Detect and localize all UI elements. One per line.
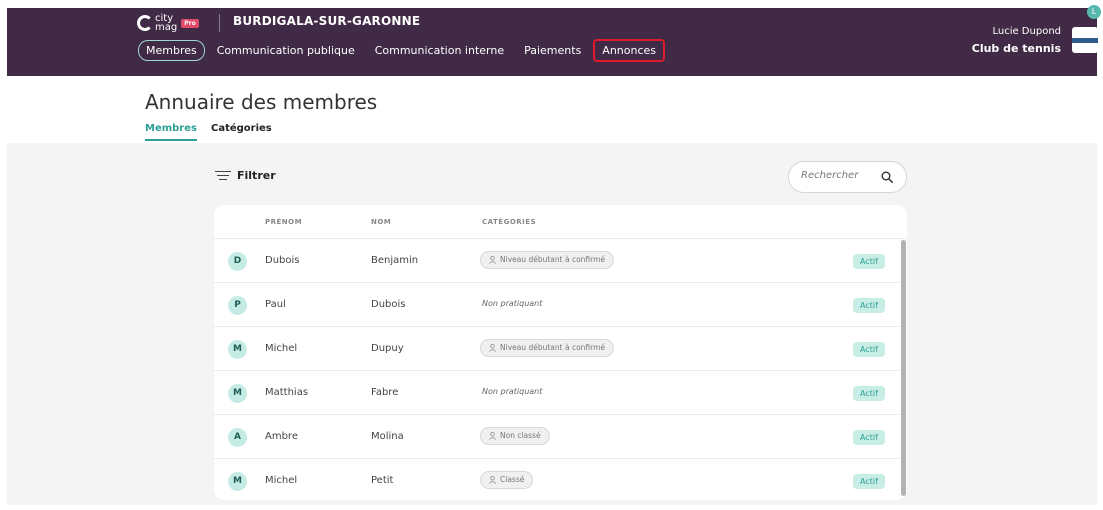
table-header: PRÉNOM NOM CATÉGORIES bbox=[214, 205, 907, 239]
cell-nom: Dupuy bbox=[371, 343, 404, 354]
cell-nom: Petit bbox=[371, 475, 394, 486]
category-tag: Niveau débutant à confirmé bbox=[480, 251, 615, 269]
user-initial-badge: L bbox=[1087, 5, 1101, 19]
person-icon bbox=[489, 344, 496, 352]
category-text: Non pratiquant bbox=[482, 387, 543, 396]
cell-nom: Molina bbox=[371, 431, 404, 442]
cell-prenom: Michel bbox=[265, 343, 298, 354]
nav-item-annonces[interactable]: Annonces bbox=[593, 39, 666, 62]
citymag-logo[interactable]: city mag Pro bbox=[137, 13, 199, 33]
club-avatar-icon[interactable] bbox=[1072, 27, 1098, 53]
tab-membres[interactable]: Membres bbox=[145, 123, 197, 141]
status-badge: Actif bbox=[853, 430, 885, 445]
category-tag: Niveau débutant à confirmé bbox=[480, 339, 615, 357]
cell-prenom: Michel bbox=[265, 475, 298, 486]
status-badge: Actif bbox=[853, 342, 885, 357]
members-table: PRÉNOM NOM CATÉGORIES D Dubois Benjamin … bbox=[214, 205, 907, 500]
table-row[interactable]: D Dubois Benjamin Niveau débutant à conf… bbox=[214, 239, 907, 283]
tab-categories[interactable]: Catégories bbox=[211, 123, 272, 141]
logo-c-icon bbox=[137, 15, 153, 31]
cell-prenom: Dubois bbox=[265, 255, 300, 266]
category-text: Non pratiquant bbox=[482, 299, 543, 308]
status-badge: Actif bbox=[853, 254, 885, 269]
avatar: M bbox=[228, 384, 247, 403]
pro-badge: Pro bbox=[181, 18, 199, 28]
person-icon bbox=[489, 476, 496, 484]
status-badge: Actif bbox=[853, 474, 885, 489]
cell-prenom: Paul bbox=[265, 299, 286, 310]
filter-label: Filtrer bbox=[237, 169, 276, 182]
person-icon bbox=[489, 432, 496, 440]
avatar: M bbox=[228, 340, 247, 359]
filter-icon bbox=[215, 170, 231, 182]
column-header-prenom[interactable]: PRÉNOM bbox=[265, 218, 302, 226]
user-name[interactable]: Lucie Dupond bbox=[992, 26, 1061, 37]
table-row[interactable]: A Ambre Molina Non classé Actif bbox=[214, 415, 907, 459]
nav-item-communication-publique[interactable]: Communication publique bbox=[209, 40, 363, 61]
category-tag: Non classé bbox=[480, 427, 550, 445]
person-icon bbox=[489, 256, 496, 264]
column-header-categories[interactable]: CATÉGORIES bbox=[482, 218, 536, 226]
avatar: M bbox=[228, 472, 247, 491]
search-input[interactable] bbox=[801, 170, 879, 181]
subtabs: Membres Catégories bbox=[145, 123, 286, 141]
category-tag: Classé bbox=[480, 471, 534, 489]
nav-item-membres[interactable]: Membres bbox=[138, 40, 205, 61]
avatar: A bbox=[228, 428, 247, 447]
cell-nom: Benjamin bbox=[371, 255, 419, 266]
cell-prenom: Matthias bbox=[265, 387, 309, 398]
column-header-nom[interactable]: NOM bbox=[371, 218, 391, 226]
cell-nom: Fabre bbox=[371, 387, 399, 398]
page-title: Annuaire des membres bbox=[145, 90, 378, 114]
status-badge: Actif bbox=[853, 386, 885, 401]
search-box[interactable] bbox=[788, 161, 907, 193]
table-row[interactable]: M Matthias Fabre Non pratiquant Actif bbox=[214, 371, 907, 415]
cell-nom: Dubois bbox=[371, 299, 406, 310]
avatar: P bbox=[228, 296, 247, 315]
nav-item-communication-interne[interactable]: Communication interne bbox=[367, 40, 512, 61]
organization-name: BURDIGALA-SUR-GARONNE bbox=[233, 14, 421, 28]
main-nav: Membres Communication publique Communica… bbox=[138, 39, 669, 62]
header-separator bbox=[219, 14, 220, 32]
table-scrollbar[interactable] bbox=[901, 240, 906, 496]
user-club[interactable]: Club de tennis bbox=[972, 42, 1061, 55]
cell-prenom: Ambre bbox=[265, 431, 298, 442]
table-row[interactable]: M Michel Petit Classé Actif bbox=[214, 459, 907, 500]
table-row[interactable]: P Paul Dubois Non pratiquant Actif bbox=[214, 283, 907, 327]
table-row[interactable]: M Michel Dupuy Niveau débutant à confirm… bbox=[214, 327, 907, 371]
search-icon[interactable] bbox=[881, 171, 893, 183]
filter-button[interactable]: Filtrer bbox=[215, 169, 276, 182]
logo-text: city mag bbox=[155, 13, 178, 33]
nav-item-paiements[interactable]: Paiements bbox=[516, 40, 589, 61]
avatar: D bbox=[228, 252, 247, 271]
status-badge: Actif bbox=[853, 298, 885, 313]
